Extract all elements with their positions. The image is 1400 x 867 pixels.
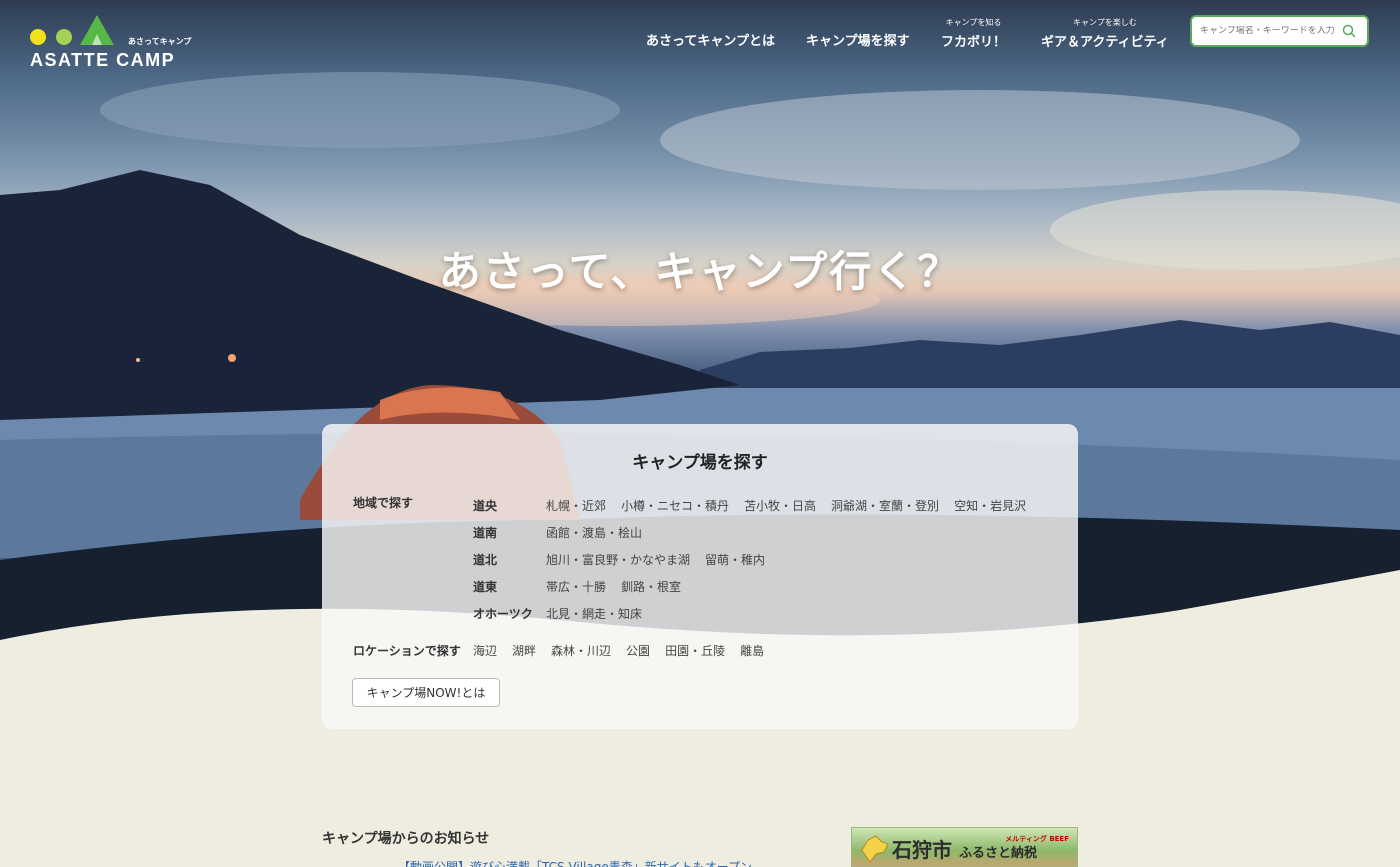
nav-find-campsite-label: キャンプ場を探す <box>806 34 910 49</box>
region-link[interactable]: 旭川・富良野・かなやま湖 <box>546 553 690 567</box>
region-links-douo: 札幌・近郊 小樽・ニセコ・積丹 苫小牧・日高 洞爺湖・室蘭・登別 空知・岩見沢 <box>546 497 1041 514</box>
location-link[interactable]: 海辺 <box>473 644 497 658</box>
region-link[interactable]: 留萌・稚内 <box>705 553 765 567</box>
region-link[interactable]: 札幌・近郊 <box>546 499 606 513</box>
location-search-label: ロケーションで探す <box>353 644 461 658</box>
location-link[interactable]: 田園・丘陵 <box>665 644 725 658</box>
region-name-douo: 道央 <box>473 499 498 513</box>
region-links-okhotsk: 北見・網走・知床 <box>546 605 657 622</box>
search-icon[interactable] <box>1342 24 1356 38</box>
hokkaido-map-icon <box>861 835 889 863</box>
nav-about[interactable]: あさってキャンプとは <box>646 30 775 49</box>
region-link[interactable]: 北見・網走・知床 <box>546 607 642 621</box>
location-links: 海辺 湖畔 森林・川辺 公園 田園・丘陵 離島 <box>473 642 779 659</box>
banner-badge: メルティング BEEF <box>1005 835 1069 843</box>
location-link[interactable]: 森林・川辺 <box>551 644 611 658</box>
nav-fukabori-sub: キャンプを知る <box>945 18 1002 27</box>
region-name-dohoku: 道北 <box>473 553 498 567</box>
region-link[interactable]: 苫小牧・日高 <box>744 499 816 513</box>
nav-about-label: あさってキャンプとは <box>646 34 775 49</box>
logo-subtitle: あさってキャンプ <box>128 37 192 46</box>
region-name-okhotsk: オホーツク <box>473 607 533 621</box>
region-link[interactable]: 小樽・ニセコ・積丹 <box>621 499 729 513</box>
region-link[interactable]: 釧路・根室 <box>621 580 681 594</box>
region-name-donan: 道南 <box>473 526 498 540</box>
nav-gear-activity-sub: キャンプを楽しむ <box>1073 18 1137 27</box>
nav-gear-activity[interactable]: キャンプを楽しむ ギア＆アクティビティ <box>1041 17 1169 50</box>
region-link[interactable]: 洞爺湖・室蘭・登別 <box>831 499 939 513</box>
region-name-doto: 道東 <box>473 580 498 594</box>
news-section-title: キャンプ場からのお知らせ <box>322 831 490 847</box>
nav-fukabori[interactable]: キャンプを知る フカボリ！ <box>941 17 1006 50</box>
location-link[interactable]: 離島 <box>740 644 764 658</box>
campsite-search-panel: キャンプ場を探す 地域で探す 道央 札幌・近郊 小樽・ニセコ・積丹 苫小牧・日高 洞爺… <box>322 424 1078 729</box>
location-link[interactable]: 湖畔 <box>512 644 536 658</box>
hero-title: あさって、キャンプ行く？ <box>438 247 962 296</box>
region-links-donan: 函館・渡島・桧山 <box>546 524 657 541</box>
region-link[interactable]: 帯広・十勝 <box>546 580 606 594</box>
panel-title: キャンプ場を探す <box>632 453 768 473</box>
nav-find-campsite[interactable]: キャンプ場を探す <box>806 30 910 49</box>
nav-gear-activity-label: ギア＆アクティビティ <box>1041 35 1169 50</box>
logo-text[interactable]: ASATTE CAMP <box>30 50 175 71</box>
about-campsite-now-button[interactable]: キャンプ場NOW!とは <box>352 678 500 707</box>
region-search-label: 地域で探す <box>353 496 414 510</box>
nav-fukabori-label: フカボリ！ <box>941 35 1007 50</box>
search-input[interactable] <box>1200 26 1338 36</box>
header-search[interactable] <box>1190 15 1369 47</box>
region-links-doto: 帯広・十勝 釧路・根室 <box>546 578 696 595</box>
banner-label: ふるさと納税 <box>958 846 1037 861</box>
banner-city: 石狩市 <box>892 838 952 862</box>
news-item-link[interactable]: 【動画公開】遊び心満載「TCS Village青森」新サイトもオープン <box>398 858 752 867</box>
region-link[interactable]: 函館・渡島・桧山 <box>546 526 642 540</box>
location-link[interactable]: 公園 <box>626 644 650 658</box>
region-links-dohoku: 旭川・富良野・かなやま湖 留萌・稚内 <box>546 551 780 568</box>
region-link[interactable]: 空知・岩見沢 <box>954 499 1026 513</box>
furusato-banner[interactable]: 石狩市 ふるさと納税 メルティング BEEF <box>851 827 1078 867</box>
